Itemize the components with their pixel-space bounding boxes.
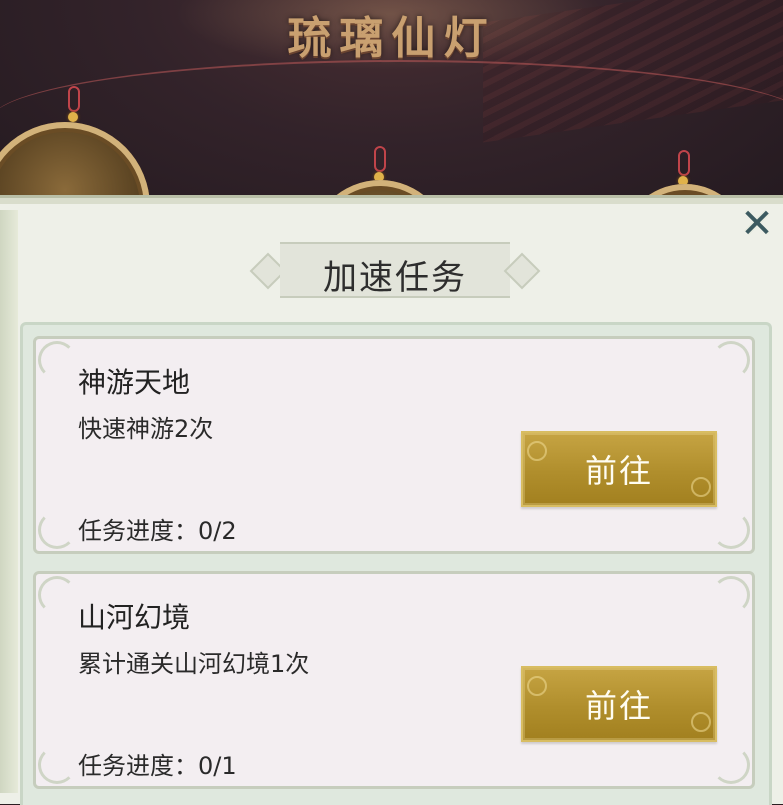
task-name: 神游天地 (78, 366, 191, 399)
task-description: 快速神游2次 (78, 415, 214, 443)
go-button[interactable]: 前往 (521, 666, 717, 742)
cloud-corner-ornament (38, 511, 76, 549)
cloud-corner-ornament (38, 341, 76, 379)
task-progress-label: 任务进度： (78, 517, 198, 545)
lantern-knot (374, 146, 386, 172)
lantern-knot (68, 86, 80, 112)
panel-title-plaque: 加速任务 (249, 240, 541, 300)
cloud-corner-ornament (712, 341, 750, 379)
background-scene: 琉璃仙灯 (0, 0, 783, 215)
task-progress-label: 任务进度： (78, 752, 198, 780)
cloud-corner-ornament (38, 576, 76, 614)
scene-title: 琉璃仙灯 (287, 13, 496, 64)
task-progress-value: 0/2 (198, 517, 237, 545)
cloud-corner-ornament (38, 746, 76, 784)
cloud-corner-ornament (712, 511, 750, 549)
lantern-knot (678, 150, 690, 176)
go-button-label: 前往 (584, 452, 653, 490)
lantern-bead (68, 112, 78, 122)
cloud-corner-ornament (712, 746, 750, 784)
task-description: 累计通关山河幻境1次 (78, 650, 310, 678)
go-button-label: 前往 (584, 687, 653, 725)
swirl-ornament (691, 712, 711, 732)
task-card: 神游天地 快速神游2次 任务进度：0/2 前往 (33, 336, 755, 554)
panel-edge-decoration (0, 210, 18, 793)
go-button[interactable]: 前往 (521, 431, 717, 507)
task-card: 山河幻境 累计通关山河幻境1次 任务进度：0/1 前往 (33, 571, 755, 789)
panel-title: 加速任务 (323, 258, 467, 298)
cloud-corner-ornament (712, 576, 750, 614)
swirl-ornament (527, 676, 547, 696)
close-button[interactable]: ✕ (737, 204, 777, 244)
swirl-ornament (691, 477, 711, 497)
swirl-ornament (527, 441, 547, 461)
close-x-icon: ✕ (740, 201, 774, 247)
task-progress: 任务进度：0/2 (78, 511, 237, 546)
task-name: 山河幻境 (78, 601, 191, 634)
task-progress-value: 0/1 (198, 752, 237, 780)
task-progress: 任务进度：0/1 (78, 746, 237, 781)
